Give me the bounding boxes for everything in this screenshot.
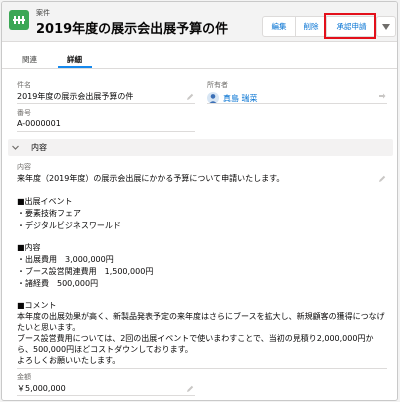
content-line: ■内容 (17, 243, 41, 252)
more-actions-button[interactable] (376, 16, 396, 37)
tab-bar: 関連 詳細 (2, 50, 397, 69)
delete-button[interactable]: 削除 (295, 16, 327, 37)
number-field-label: 番号 (17, 109, 31, 117)
field-divider (17, 395, 195, 396)
record-title: 2019年度の展示会出展予算の件 (36, 22, 229, 37)
record-header: 案件 2019年度の展示会出展予算の件 編集 削除 承認申請 (2, 2, 397, 42)
content-line: 本年度の出展効果が高く、新製品発表予定の来年度はさらにブースを拡大し、新規顧客の… (17, 312, 385, 321)
content-line: よろしくお願いいたします。 (17, 356, 121, 365)
highlight-box (324, 13, 376, 39)
pencil-icon[interactable] (186, 385, 194, 393)
amount-field-label: 金額 (17, 373, 31, 381)
name-field-value: 2019年度の展示会出展予算の件 (17, 92, 134, 101)
content-line: ・ブース設営関連費用 1,500,000円 (17, 267, 154, 276)
chevron-down-icon (382, 23, 390, 30)
owner-field-label: 所有者 (207, 81, 228, 89)
tab-related[interactable]: 関連 (22, 54, 37, 65)
content-line: ブース設営費用については、2回の出展イベントで使いまわすことで、当初の見積り2,… (17, 334, 374, 343)
content-section-header[interactable]: 内容 (8, 139, 393, 156)
field-divider (207, 103, 387, 104)
number-field-value: A-0000001 (17, 119, 61, 128)
content-line: ・要素技術フェア (17, 209, 81, 218)
amount-field-value: ￥5,000,000 (17, 384, 66, 393)
field-divider (17, 368, 387, 369)
field-divider (17, 103, 195, 104)
content-line: ■出展イベント (17, 197, 73, 206)
content-line: ・出展費用 3,000,000円 (17, 255, 114, 264)
content-line: 来年度（2019年度）の展示会出展にかかる予算について申請いたします。 (17, 174, 285, 183)
content-line: ・諸経費 500,000円 (17, 279, 99, 288)
content-line: ら、500,000円ほどコストダウンしております。 (17, 345, 193, 354)
tab-detail[interactable]: 詳細 (67, 54, 82, 65)
record-page: 案件 2019年度の展示会出展予算の件 編集 削除 承認申請 関連 詳細 件名 … (1, 1, 398, 401)
section-title: 内容 (31, 143, 47, 152)
content-field-label: 内容 (17, 163, 31, 171)
content-line: ■コメント (17, 301, 57, 310)
pencil-icon[interactable] (186, 93, 194, 101)
content-line: ・デジタルビジネスワールド (17, 221, 121, 230)
edit-button[interactable]: 編集 (262, 16, 296, 37)
active-tab-indicator (58, 66, 92, 68)
chevron-down-icon (12, 144, 19, 151)
field-divider (17, 131, 195, 132)
content-line: たいと思います。 (17, 323, 81, 332)
name-field-label: 件名 (17, 81, 31, 89)
change-owner-icon[interactable] (378, 93, 386, 101)
approval-icon (9, 10, 29, 30)
object-type-label: 案件 (36, 9, 50, 17)
pencil-icon[interactable] (378, 175, 386, 183)
